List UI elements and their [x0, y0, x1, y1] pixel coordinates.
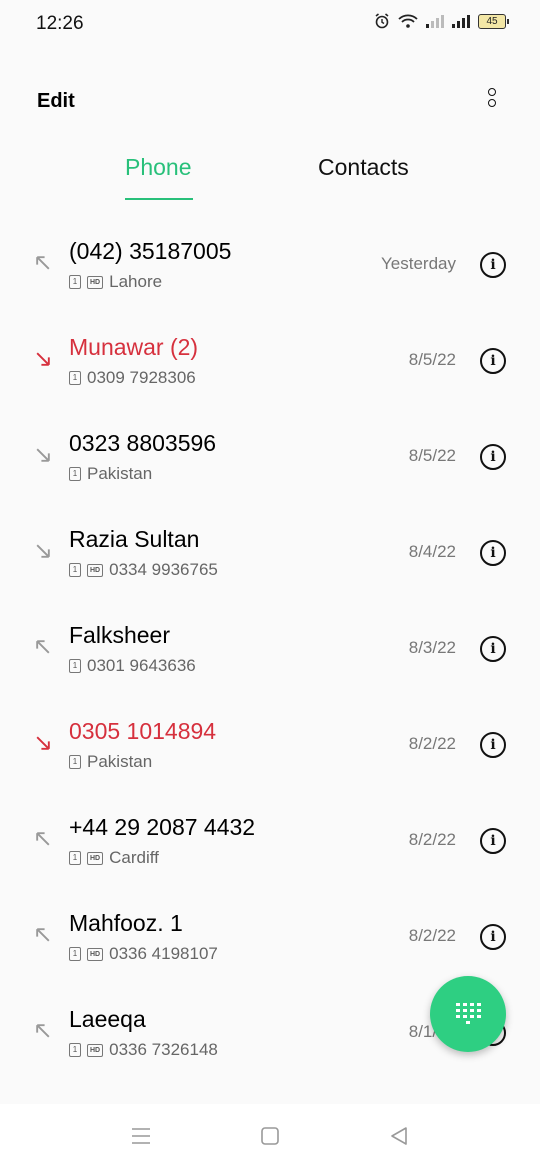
info-icon[interactable]: i	[480, 636, 506, 662]
sim-icon: 1	[69, 755, 81, 769]
contact-name: 0323 8803596	[69, 430, 217, 456]
call-detail: 1 HD Lahore	[69, 272, 162, 292]
call-date: Yesterday	[381, 254, 456, 273]
home-icon[interactable]	[258, 1124, 282, 1148]
alarm-icon	[375, 13, 389, 29]
tab-contacts[interactable]: Contacts	[318, 154, 409, 181]
edit-button[interactable]: Edit	[37, 90, 75, 113]
info-icon[interactable]: i	[480, 252, 506, 278]
status-time: 12:26	[36, 13, 84, 34]
call-log-row[interactable]: Falksheer 1 0301 9643636 8/3/22 i	[0, 600, 540, 696]
status-bar: 12:26 45	[0, 0, 540, 48]
info-icon[interactable]: i	[480, 540, 506, 566]
info-icon[interactable]: i	[480, 732, 506, 758]
call-detail-text: 0336 4198107	[109, 944, 218, 963]
hd-icon: HD	[87, 275, 104, 289]
sim-icon: 1	[69, 947, 81, 961]
status-icons: 45	[374, 13, 509, 29]
call-detail-text: Pakistan	[87, 752, 153, 771]
sim-icon: 1	[69, 659, 81, 673]
call-date: 8/5/22	[408, 350, 456, 369]
contact-name: Mahfooz. 1	[69, 910, 183, 936]
contact-name: 0305 1014894	[69, 718, 217, 744]
contact-name: Munawar (2)	[69, 334, 199, 360]
more-options-icon[interactable]	[482, 88, 502, 116]
call-log-row[interactable]: Munawar (2) 1 0309 7928306 8/5/22 i	[0, 312, 540, 408]
call-detail: 1 0309 7928306	[69, 368, 196, 388]
hd-icon: HD	[87, 1043, 104, 1057]
call-date: 8/5/22	[408, 446, 456, 465]
info-icon[interactable]: i	[480, 924, 506, 950]
call-detail: 1 HD 0336 4198107	[69, 944, 218, 964]
call-date: 8/2/22	[408, 926, 456, 945]
call-log-list: (042) 35187005 1 HD Lahore Yesterday i Munawar…	[0, 216, 540, 1080]
contact-name: Falksheer	[69, 622, 170, 648]
dialpad-icon	[456, 1003, 481, 1024]
sim-icon: 1	[69, 563, 81, 577]
call-detail-text: 0336 7326148	[109, 1040, 218, 1059]
call-detail-text: Lahore	[109, 272, 163, 291]
sim-icon: 1	[69, 275, 81, 289]
incoming-call-icon	[36, 544, 50, 558]
call-detail-text: 0334 9936765	[109, 560, 218, 579]
dialpad-button[interactable]	[430, 976, 506, 1052]
call-log-row[interactable]: 0323 8803596 1 Pakistan 8/5/22 i	[0, 408, 540, 504]
contact-name: +44 29 2087 4432	[69, 814, 256, 840]
hd-icon: HD	[87, 563, 104, 577]
call-detail-text: Pakistan	[87, 464, 153, 483]
info-icon[interactable]: i	[480, 828, 506, 854]
call-date: 8/2/22	[408, 734, 456, 753]
call-date: 8/4/22	[408, 542, 456, 561]
hd-icon: HD	[87, 851, 104, 865]
call-detail-text: 0301 9643636	[87, 656, 196, 675]
hd-icon: HD	[87, 947, 104, 961]
signal-strong-icon	[452, 15, 470, 28]
outgoing-call-icon	[36, 832, 50, 846]
battery-icon: 45	[478, 13, 509, 29]
call-detail: 1 0301 9643636	[69, 656, 196, 676]
sim-icon: 1	[69, 467, 81, 481]
call-date: 8/2/22	[408, 830, 456, 849]
call-log-row[interactable]: Mahfooz. 1 1 HD 0336 4198107 8/2/22 i	[0, 888, 540, 984]
tab-bar: Phone Contacts	[0, 150, 540, 210]
call-detail: 1 HD 0336 7326148	[69, 1040, 218, 1060]
contact-name: (042) 35187005	[69, 238, 232, 264]
call-detail: 1 Pakistan	[69, 464, 152, 484]
missed-call-icon	[36, 352, 50, 366]
outgoing-call-icon	[36, 1024, 50, 1038]
sim-icon: 1	[69, 371, 81, 385]
info-icon[interactable]: i	[480, 348, 506, 374]
call-log-row[interactable]: +44 29 2087 4432 1 HD Cardiff 8/2/22 i	[0, 792, 540, 888]
contact-name: Razia Sultan	[69, 526, 200, 552]
call-detail-text: Cardiff	[109, 848, 159, 867]
signal-weak-icon	[426, 15, 444, 28]
missed-call-icon	[36, 736, 50, 750]
sim-icon: 1	[69, 851, 81, 865]
contact-name: Laeeqa	[69, 1006, 146, 1032]
wifi-icon	[398, 14, 418, 28]
menu-icon[interactable]	[129, 1124, 153, 1148]
outgoing-call-icon	[36, 928, 50, 942]
call-detail-text: 0309 7928306	[87, 368, 196, 387]
incoming-call-icon	[36, 448, 50, 462]
outgoing-call-icon	[36, 256, 50, 270]
call-log-row[interactable]: Razia Sultan 1 HD 0334 9936765 8/4/22 i	[0, 504, 540, 600]
tab-phone[interactable]: Phone	[125, 154, 192, 181]
info-icon[interactable]: i	[480, 444, 506, 470]
back-icon[interactable]	[387, 1124, 411, 1148]
call-date: 8/3/22	[408, 638, 456, 657]
sim-icon: 1	[69, 1043, 81, 1057]
navigation-bar	[0, 1104, 540, 1170]
call-detail: 1 HD Cardiff	[69, 848, 159, 868]
outgoing-call-icon	[36, 640, 50, 654]
call-detail: 1 HD 0334 9936765	[69, 560, 218, 580]
call-detail: 1 Pakistan	[69, 752, 152, 772]
call-log-row[interactable]: (042) 35187005 1 HD Lahore Yesterday i	[0, 216, 540, 312]
tab-indicator	[125, 198, 193, 200]
call-log-row[interactable]: 0305 1014894 1 Pakistan 8/2/22 i	[0, 696, 540, 792]
